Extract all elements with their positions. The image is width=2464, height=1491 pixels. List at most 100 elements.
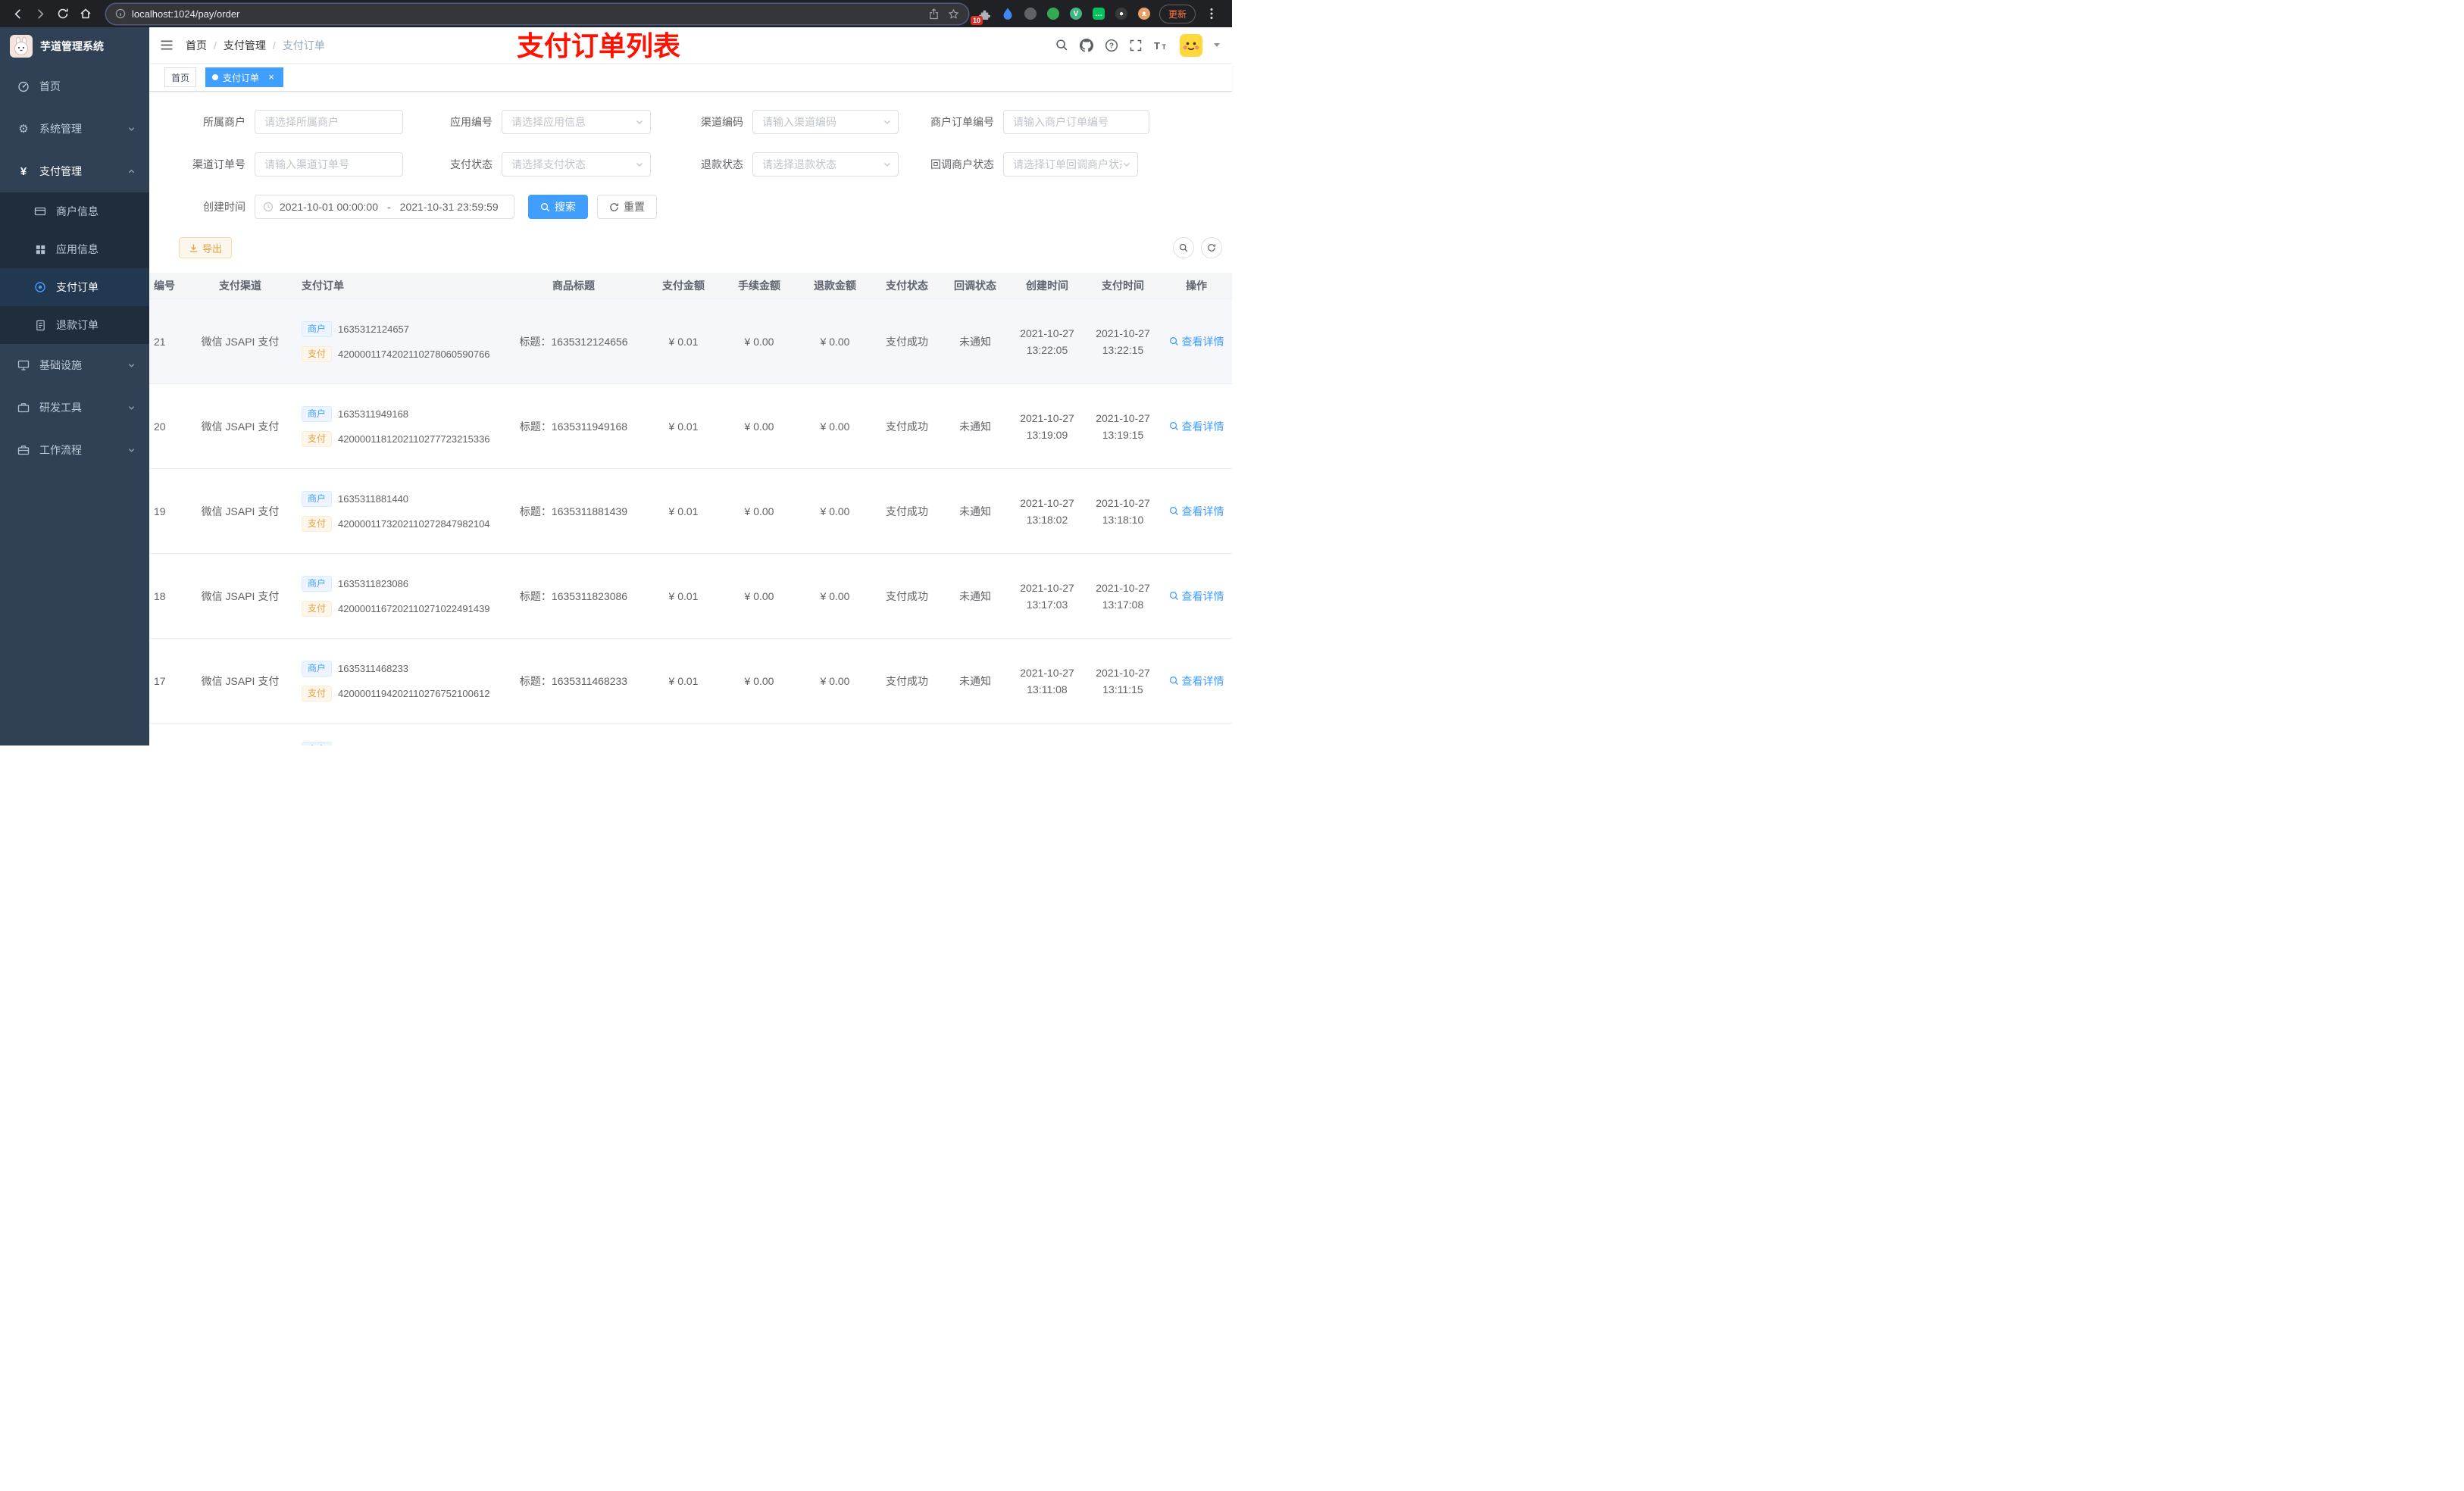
filter-label-channel-code: 渠道编码 bbox=[701, 116, 743, 128]
bookmark-star-icon[interactable] bbox=[948, 8, 959, 20]
date-separator: - bbox=[387, 201, 391, 213]
header-search-icon[interactable] bbox=[1055, 39, 1068, 52]
table-row: 商户 1635311157836 bbox=[149, 724, 1232, 746]
share-icon[interactable] bbox=[929, 8, 939, 20]
sidebar-item-pay-order[interactable]: 支付订单 bbox=[0, 268, 149, 306]
header-refund: 退款金额 bbox=[814, 280, 856, 292]
cell-created: 2021-10-27 13:17:03 bbox=[1009, 580, 1085, 613]
sidebar-item-workflow[interactable]: 工作流程 bbox=[0, 429, 149, 471]
sidebar-item-devtools[interactable]: 研发工具 bbox=[0, 386, 149, 429]
top-navbar: 首页 / 支付管理 / 支付订单 ? T T bbox=[149, 27, 1232, 64]
search-button[interactable]: 搜索 bbox=[528, 195, 588, 219]
sidebar-item-payment[interactable]: ¥ 支付管理 bbox=[0, 150, 149, 192]
export-button[interactable]: 导出 bbox=[179, 237, 233, 258]
view-detail-link[interactable]: 查看详情 bbox=[1169, 589, 1224, 604]
merchant-order-no-input[interactable] bbox=[1003, 110, 1149, 134]
created-time: 13:18:02 bbox=[1026, 513, 1068, 526]
tag-home[interactable]: 首页 bbox=[164, 67, 197, 87]
sidebar-item-refund-order[interactable]: 退款订单 bbox=[0, 306, 149, 344]
toggle-search-button[interactable] bbox=[1173, 237, 1194, 258]
download-icon bbox=[189, 243, 198, 252]
pay-order-no: 4200001194202110276752100612 bbox=[338, 687, 490, 699]
cell-title: 标题：1635311949168 bbox=[519, 420, 628, 433]
address-bar[interactable]: localhost:1024/pay/order bbox=[106, 3, 968, 24]
sidebar-item-label: 支付订单 bbox=[56, 281, 98, 293]
channel-code-select[interactable]: 请输入渠道编码 bbox=[752, 110, 899, 134]
merchant-order-no: 1635311468233 bbox=[338, 662, 409, 674]
sidebar-item-home[interactable]: 首页 bbox=[0, 65, 149, 108]
cell-notify: 未通知 bbox=[959, 505, 991, 517]
search-icon bbox=[1179, 243, 1188, 252]
extension-puzzle-icon[interactable]: 10 bbox=[970, 6, 993, 25]
extension-grey-icon[interactable] bbox=[1023, 6, 1038, 21]
extension-pin-icon[interactable]: ● bbox=[1114, 6, 1129, 21]
sidebar-item-merchant-info[interactable]: 商户信息 bbox=[0, 192, 149, 230]
merchant-badge: 商户 bbox=[302, 405, 333, 422]
merchant-select-input[interactable] bbox=[255, 110, 403, 134]
fullscreen-icon[interactable] bbox=[1130, 39, 1142, 52]
sidebar-toggle-icon[interactable] bbox=[160, 39, 174, 51]
paid-time: 13:22:15 bbox=[1102, 343, 1144, 356]
channel-order-no-input[interactable] bbox=[255, 152, 403, 177]
annotation-title: 支付订单列表 bbox=[517, 30, 681, 61]
browser-back-icon[interactable] bbox=[8, 4, 27, 23]
notify-status-select[interactable]: 请选择订单回调商户状态 bbox=[1003, 152, 1138, 177]
create-time-range-picker[interactable]: 2021-10-01 00:00:00 - 2021-10-31 23:59:5… bbox=[255, 195, 514, 219]
sidebar-item-system[interactable]: ⚙ 系统管理 bbox=[0, 108, 149, 150]
cell-order: 商户 1635312124657 支付 42000011742021102780… bbox=[289, 320, 502, 362]
header-fee: 手续金额 bbox=[738, 280, 780, 292]
view-detail-link[interactable]: 查看详情 bbox=[1169, 504, 1224, 519]
cell-refund: ¥ 0.00 bbox=[820, 420, 850, 433]
chevron-up-icon bbox=[127, 167, 136, 176]
view-detail-link[interactable]: 查看详情 bbox=[1169, 674, 1224, 689]
help-icon[interactable]: ? bbox=[1105, 39, 1118, 52]
merchant-badge: 商户 bbox=[302, 660, 333, 677]
view-detail-link[interactable]: 查看详情 bbox=[1169, 334, 1224, 349]
extension-green-icon[interactable] bbox=[1046, 6, 1061, 21]
extension-vue-icon[interactable]: V bbox=[1068, 6, 1083, 21]
extension-drop-icon[interactable] bbox=[1000, 6, 1015, 21]
browser-menu-icon[interactable] bbox=[1202, 4, 1221, 23]
cell-paid: 2021-10-27 13:19:15 bbox=[1085, 410, 1161, 443]
cell-order: 商户 1635311881440 支付 42000011732021102728… bbox=[289, 490, 502, 532]
tag-pay-order[interactable]: 支付订单 × bbox=[205, 67, 284, 87]
browser-home-icon[interactable] bbox=[76, 4, 95, 23]
refresh-table-button[interactable] bbox=[1201, 237, 1222, 258]
breadcrumb-payment[interactable]: 支付管理 bbox=[224, 38, 266, 53]
browser-update-button[interactable]: 更新 bbox=[1159, 4, 1196, 23]
created-time: 13:11:08 bbox=[1027, 683, 1068, 695]
refresh-icon bbox=[1208, 244, 1216, 252]
browser-forward-icon[interactable] bbox=[30, 4, 50, 23]
svg-text:T: T bbox=[1162, 43, 1167, 51]
breadcrumb-home[interactable]: 首页 bbox=[186, 38, 207, 53]
filter-label-pay-status: 支付状态 bbox=[450, 158, 492, 170]
view-detail-link[interactable]: 查看详情 bbox=[1169, 419, 1224, 434]
github-icon[interactable] bbox=[1080, 38, 1093, 52]
app-logo[interactable]: 芋道管理系统 bbox=[0, 27, 149, 65]
browser-reload-icon[interactable] bbox=[53, 4, 73, 23]
pay-badge: 支付 bbox=[302, 600, 333, 617]
sidebar-item-app-info[interactable]: 应用信息 bbox=[0, 230, 149, 268]
cell-status: 支付成功 bbox=[886, 505, 928, 517]
view-detail-label: 查看详情 bbox=[1181, 505, 1224, 517]
svg-text:?: ? bbox=[1109, 42, 1114, 50]
extension-chat-icon[interactable]: … bbox=[1091, 6, 1106, 21]
avatar-caret-icon[interactable] bbox=[1214, 43, 1220, 47]
pay-order-no: 4200001167202110271022491439 bbox=[338, 602, 490, 614]
app-select[interactable]: 请选择应用信息 bbox=[502, 110, 651, 134]
sidebar-item-infrastructure[interactable]: 基础设施 bbox=[0, 344, 149, 386]
filter-label-refund-status: 退款状态 bbox=[701, 158, 743, 170]
table-row: 17 微信 JSAPI 支付 商户 1635311468233 支付 42000… bbox=[149, 639, 1232, 724]
tag-close-icon[interactable]: × bbox=[266, 72, 277, 83]
font-size-icon[interactable]: TT bbox=[1153, 39, 1168, 52]
cell-id: 21 bbox=[154, 335, 166, 348]
cell-status: 支付成功 bbox=[886, 589, 928, 602]
cell-id: 18 bbox=[154, 589, 166, 602]
pay-status-select[interactable]: 请选择支付状态 bbox=[502, 152, 651, 177]
reset-button[interactable]: 重置 bbox=[597, 195, 657, 219]
avatar[interactable] bbox=[1180, 33, 1202, 57]
extension-face-icon[interactable]: ᴥ bbox=[1137, 6, 1152, 21]
refund-status-select[interactable]: 请选择退款状态 bbox=[752, 152, 899, 177]
sidebar-item-label: 商户信息 bbox=[56, 205, 98, 217]
site-info-icon[interactable] bbox=[115, 8, 126, 19]
